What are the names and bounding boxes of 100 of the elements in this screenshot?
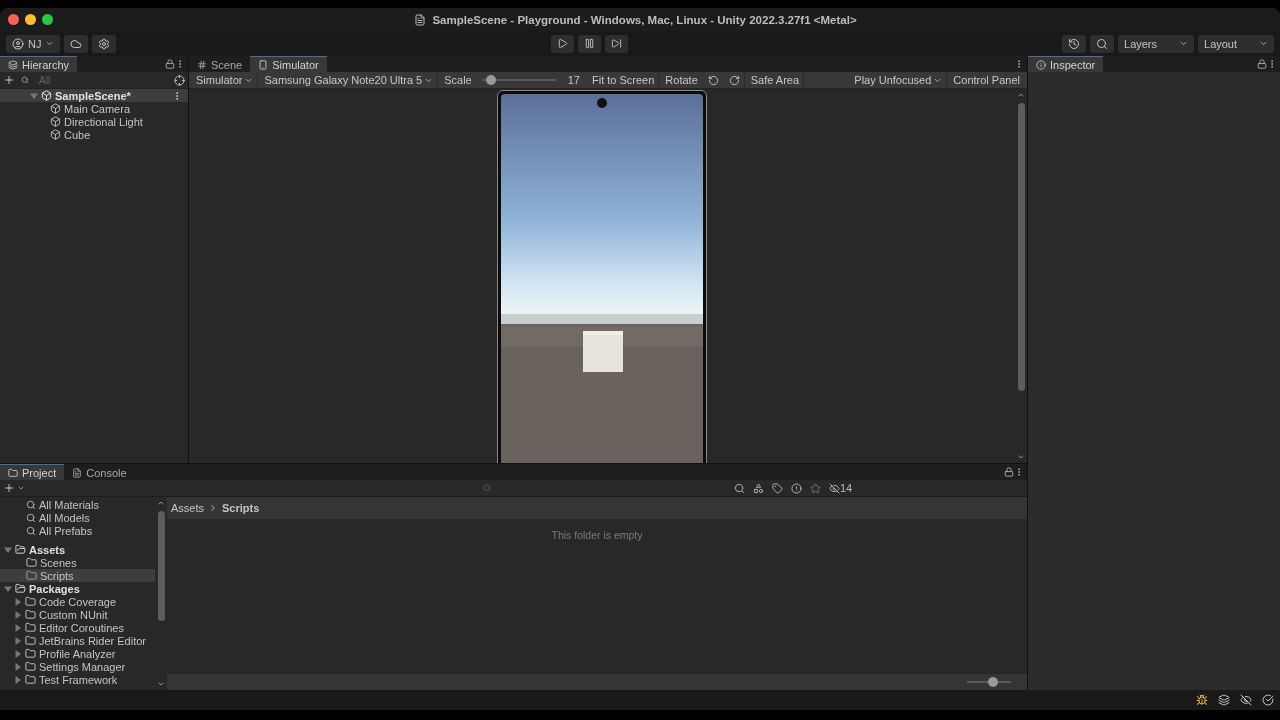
hierarchy-tab[interactable]: Hierarchy <box>0 56 78 72</box>
settings-button[interactable] <box>92 34 117 53</box>
caret-icon <box>1259 39 1268 48</box>
hierarchy-item[interactable]: Directional Light <box>0 115 188 128</box>
breadcrumb-item[interactable]: Scripts <box>222 502 260 514</box>
folder-name: Settings Manager <box>39 660 126 673</box>
play-button[interactable] <box>550 34 574 53</box>
scene-row[interactable]: SampleScene* <box>0 89 188 102</box>
rotate-right-icon <box>728 74 740 86</box>
search-icon <box>483 484 491 492</box>
folder-row[interactable]: Scripts <box>0 569 155 582</box>
document-icon <box>414 13 427 26</box>
folder-row[interactable]: Assets <box>0 543 155 556</box>
search-button[interactable] <box>1090 34 1114 53</box>
panel-tab[interactable]: Project <box>0 464 65 480</box>
folder-name: Custom NUnit <box>39 608 108 621</box>
check-icon <box>1262 694 1274 706</box>
step-button[interactable] <box>604 34 628 53</box>
panel-tab[interactable]: Console <box>64 464 135 480</box>
cloud-button[interactable] <box>64 34 89 53</box>
favorite-item[interactable]: All Prefabs <box>0 524 155 537</box>
warning-icon <box>791 482 802 494</box>
folder-icon <box>25 622 36 633</box>
history-button[interactable] <box>1062 34 1086 53</box>
close-button[interactable] <box>8 14 19 25</box>
expanded-arrow-icon[interactable] <box>4 545 12 554</box>
folder-row[interactable]: Test Framework <box>0 673 155 686</box>
caret-icon <box>17 484 25 492</box>
label-icon <box>772 482 783 494</box>
folder-row[interactable]: Code Coverage <box>0 595 155 608</box>
favorite-item[interactable]: All Materials <box>0 498 155 511</box>
pause-icon <box>583 38 595 49</box>
hidden-icon <box>1240 694 1252 706</box>
account-button[interactable]: NJ <box>6 34 61 53</box>
folder-icon <box>8 467 18 478</box>
folder-icon <box>26 557 37 568</box>
hidden-icon <box>829 482 840 494</box>
history-icon <box>1068 37 1080 50</box>
pause-button[interactable] <box>577 34 601 53</box>
caret-icon <box>45 39 55 48</box>
breadcrumb-item[interactable]: Assets <box>171 502 204 514</box>
folder-name: Scenes <box>40 556 77 569</box>
caret-icon <box>1179 39 1188 48</box>
user-icon <box>12 37 24 50</box>
scale-label: Scale <box>443 74 473 86</box>
minimize-button[interactable] <box>25 14 36 25</box>
expanded-arrow-icon[interactable] <box>4 584 12 593</box>
inspector-tab[interactable]: Inspector <box>1028 56 1104 72</box>
scene-name: SampleScene* <box>55 89 131 102</box>
star-icon <box>810 482 821 494</box>
folder-name: JetBrains Rider Editor <box>39 634 146 647</box>
folder-row[interactable]: Editor Coroutines <box>0 621 155 634</box>
folder-name: Editor Coroutines <box>39 621 124 634</box>
folder-open-icon <box>15 544 26 555</box>
folder-icon <box>25 648 36 659</box>
expanded-arrow-icon[interactable] <box>30 91 38 100</box>
hierarchy-item[interactable]: Cube <box>0 128 188 141</box>
empty-message: This folder is empty <box>551 529 643 541</box>
step-icon <box>610 38 622 49</box>
settings-icon <box>98 37 111 50</box>
grid-icon <box>197 59 207 70</box>
hierarchy-item[interactable]: Main Camera <box>0 102 188 115</box>
search-icon <box>26 512 36 523</box>
scale-value: 17 <box>566 74 581 86</box>
folder-name: Scripts <box>40 569 74 582</box>
folder-icon <box>25 661 36 672</box>
folder-row[interactable]: Settings Manager <box>0 660 155 673</box>
folder-row[interactable]: Packages <box>0 582 155 595</box>
folder-name: Profile Analyzer <box>39 647 116 660</box>
layout-dropdown[interactable]: Layout <box>1198 34 1274 53</box>
folder-icon <box>25 635 36 646</box>
cube-icon <box>50 103 61 114</box>
phone-icon <box>258 59 269 70</box>
favorite-item[interactable]: All Models <box>0 511 155 524</box>
view-tab[interactable]: Scene <box>189 56 251 72</box>
folder-open-icon <box>15 583 26 594</box>
bug-icon <box>1196 694 1208 706</box>
folder-row[interactable]: Custom NUnit <box>0 608 155 621</box>
info-icon <box>1036 59 1046 70</box>
camera-hole <box>597 98 607 108</box>
folder-row[interactable]: Scenes <box>0 556 155 569</box>
zoom-button[interactable] <box>42 14 53 25</box>
plus-icon <box>3 482 15 494</box>
slider-thumb[interactable] <box>987 677 998 687</box>
folder-row[interactable]: Profile Analyzer <box>0 647 155 660</box>
folder-name: Assets <box>29 543 66 556</box>
search-icon <box>1096 37 1108 50</box>
folder-row[interactable]: JetBrains Rider Editor <box>0 634 155 647</box>
slider-thumb[interactable] <box>485 75 496 85</box>
hidden-count: 14 <box>840 482 853 494</box>
cloud-icon <box>70 37 83 50</box>
rotate-left-icon <box>707 74 719 86</box>
layers-dropdown[interactable]: Layers <box>1118 34 1194 53</box>
cube-icon <box>50 129 61 140</box>
search-icon <box>26 499 36 510</box>
view-tab[interactable]: Simulator <box>250 56 327 72</box>
lock-icon <box>165 59 175 69</box>
folder-name: Test Framework <box>39 673 118 686</box>
folder-icon <box>25 609 36 620</box>
lock-icon <box>1257 59 1267 69</box>
